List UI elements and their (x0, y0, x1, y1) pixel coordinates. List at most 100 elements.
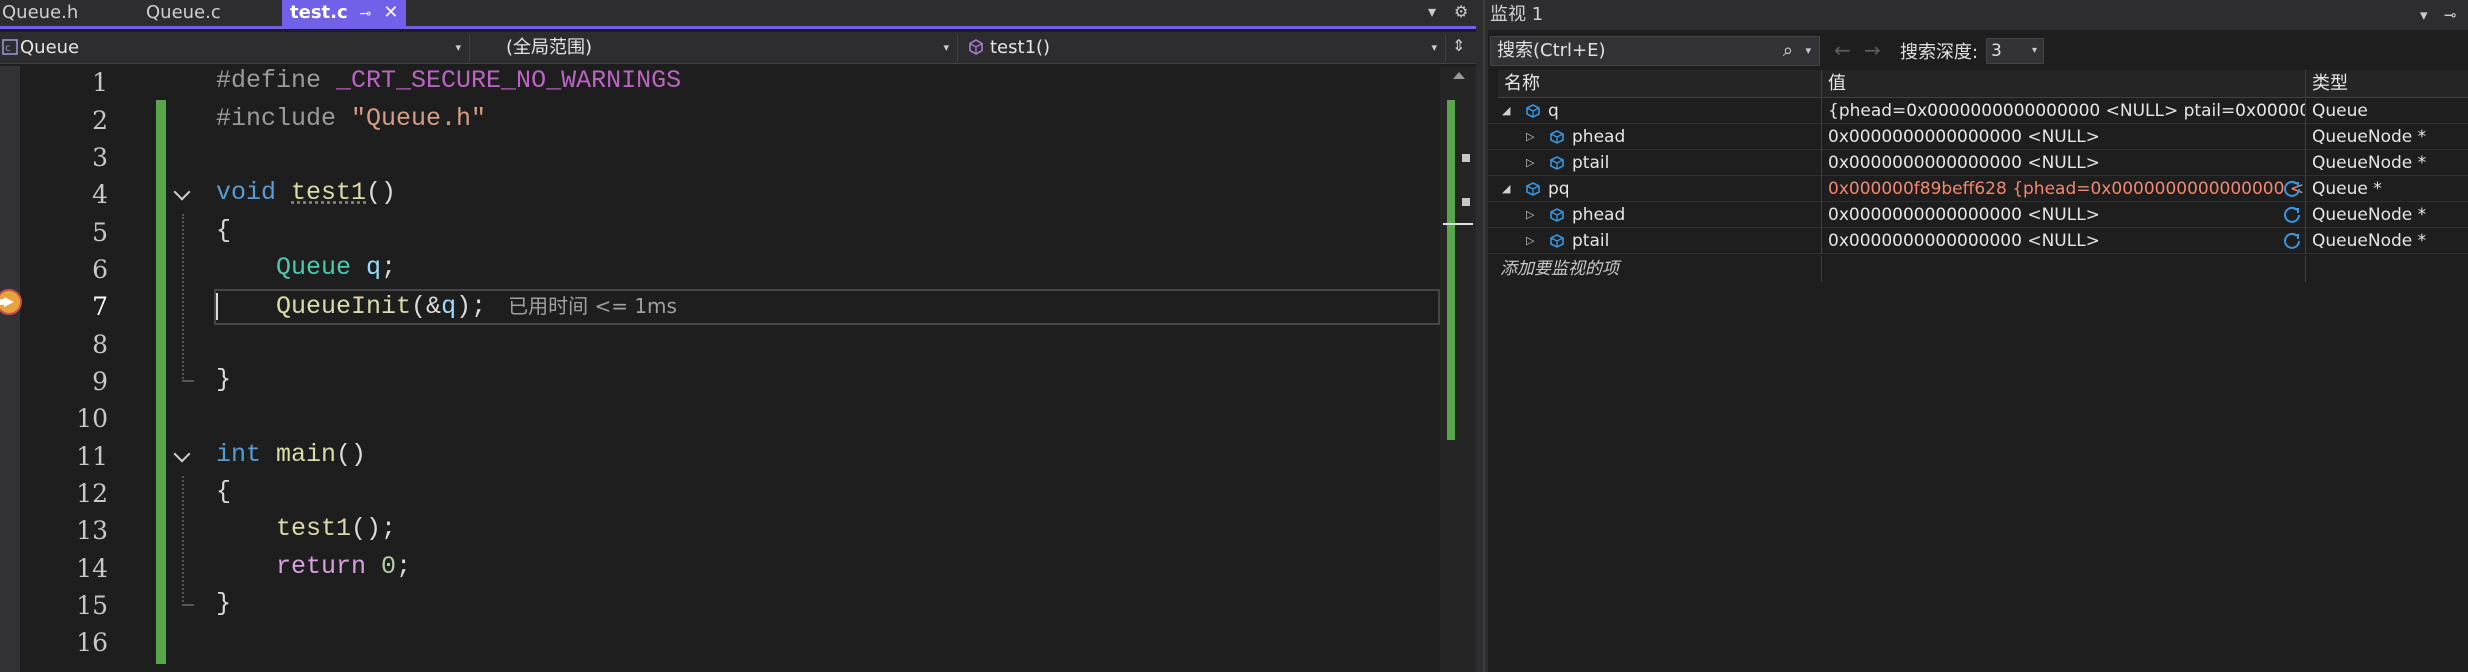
back-arrow-icon[interactable]: ← (1834, 38, 1851, 62)
scope-dropdown[interactable]: (全局范围) ▾ (476, 34, 958, 62)
object-icon (1526, 182, 1540, 196)
keyword: return (276, 552, 367, 581)
chevron-down-icon[interactable]: ▾ (1805, 37, 1811, 65)
watch-type-cell: QueueNode * (2312, 205, 2427, 225)
watch-title: 监视 1 (1490, 4, 1544, 25)
object-icon (1550, 234, 1564, 248)
line-number: 8 (92, 330, 108, 359)
watch-value-cell[interactable]: 0x0000000000000000 <NULL> (1822, 202, 2306, 228)
vertical-scrollbar[interactable] (1440, 66, 1476, 672)
watch-name-cell[interactable]: pq (1548, 176, 1822, 202)
add-watch-item[interactable]: 添加要监视的项 (1500, 256, 1822, 282)
search-depth-dropdown[interactable]: 3 ▾ (1986, 38, 2044, 64)
search-input[interactable]: 搜索(Ctrl+E) ⌕ ▾ (1490, 36, 1820, 66)
tab-test-c[interactable]: test.c ⊸ ✕ (282, 0, 406, 26)
close-icon[interactable]: ✕ (383, 2, 398, 23)
expand-arrow-icon[interactable]: ▷ (1526, 228, 1534, 254)
gear-icon[interactable]: ⚙ (1454, 2, 1468, 21)
expand-arrow-icon[interactable]: ▷ (1526, 124, 1534, 150)
number-literal: 0 (381, 552, 397, 581)
code-line[interactable]: { (216, 477, 231, 506)
preprocessor-directive: #include (216, 104, 352, 133)
code-line[interactable]: Queue q; (216, 253, 396, 282)
panel-splitter[interactable] (1476, 0, 1488, 672)
tab-queue-c[interactable]: Queue.c (138, 0, 229, 26)
watch-row[interactable]: ▷ phead 0x0000000000000000 <NULL> QueueNode… (1488, 202, 2468, 228)
watch-value-cell[interactable]: {phead=0x0000000000000000 <NULL> ptail=0… (1822, 98, 2306, 124)
watch-name-cell[interactable]: q (1548, 98, 1822, 124)
column-header-name[interactable]: 名称 (1498, 70, 1822, 98)
line-number: 13 (76, 516, 108, 545)
breakpoint-margin[interactable] (0, 66, 20, 672)
watch-value-cell[interactable]: 0x0000000000000000 <NULL> (1822, 124, 2306, 150)
split-editor-icon[interactable]: ⇕ (1452, 36, 1465, 55)
watch-value-cell[interactable]: 0x0000000000000000 <NULL> (1822, 150, 2306, 176)
project-dropdown[interactable]: c Queue ▾ (0, 34, 470, 62)
watch-name-cell[interactable]: ptail (1572, 150, 1822, 176)
refresh-icon[interactable] (2282, 205, 2302, 225)
pin-icon[interactable]: ⊸ (360, 6, 372, 22)
search-placeholder: 搜索(Ctrl+E) (1497, 40, 1606, 61)
brace: } (216, 589, 232, 618)
variable-name: q (441, 292, 457, 321)
block-end-guide (182, 380, 194, 382)
macro-name: _CRT_SECURE_NO_WARNINGS (336, 66, 682, 95)
watch-row[interactable]: ▷ phead 0x0000000000000000 <NULL> QueueNode… (1488, 124, 2468, 150)
watch-name-cell[interactable]: phead (1572, 124, 1822, 150)
column-header-value[interactable]: 值 (1822, 70, 2306, 98)
svg-text:c: c (5, 43, 11, 54)
punctuation: (); (351, 514, 397, 543)
code-line[interactable]: } (216, 365, 231, 394)
code-line[interactable]: test1(); (216, 514, 396, 543)
fold-toggle-icon[interactable] (172, 446, 194, 468)
member-dropdown[interactable]: test1() ▾ (964, 34, 1446, 62)
brace: } (216, 365, 232, 394)
fold-toggle-icon[interactable] (172, 184, 194, 206)
collapse-arrow-icon[interactable]: ◢ (1502, 176, 1510, 202)
tab-queue-h[interactable]: Queue.h (0, 0, 86, 26)
object-icon (1526, 104, 1540, 118)
watch-row[interactable]: ▷ ptail 0x0000000000000000 <NULL> QueueNode… (1488, 228, 2468, 254)
expand-arrow-icon[interactable]: ▷ (1526, 202, 1534, 228)
code-line[interactable]: int main() (216, 440, 366, 469)
tab-overflow-icon[interactable]: ▾ (1428, 2, 1436, 21)
refresh-icon[interactable] (2282, 231, 2302, 251)
collapse-arrow-icon[interactable]: ◢ (1502, 98, 1510, 124)
watch-row[interactable]: ◢ q {phead=0x0000000000000000 <NULL> ptail… (1488, 98, 2468, 124)
indent-guide (182, 214, 184, 382)
scroll-up-arrow-icon[interactable] (1453, 72, 1465, 79)
search-icon[interactable]: ⌕ (1783, 37, 1793, 65)
panel-menu-icon[interactable]: ▾ (2420, 0, 2428, 30)
object-icon (1550, 156, 1564, 170)
empty-value-cell (1822, 256, 2306, 282)
code-line[interactable]: #define _CRT_SECURE_NO_WARNINGS (216, 66, 681, 95)
watch-name-cell[interactable]: phead (1572, 202, 1822, 228)
add-watch-row[interactable]: 添加要监视的项 (1488, 256, 2468, 282)
c-file-icon: c (2, 39, 18, 55)
scrollbar-marker (1462, 198, 1470, 206)
expand-arrow-icon[interactable]: ▷ (1526, 150, 1534, 176)
column-header-type[interactable]: 类型 (2306, 70, 2468, 98)
code-line[interactable]: { (216, 216, 231, 245)
watch-row[interactable]: ◢ pq 0x000000f89beff628 {phead=0x000000000… (1488, 176, 2468, 202)
watch-value-cell[interactable]: 0x000000f89beff628 {phead=0x000000000000… (1822, 176, 2306, 202)
punctuation: ; (396, 552, 412, 581)
watch-value-cell[interactable]: 0x0000000000000000 <NULL> (1822, 228, 2306, 254)
scrollbar-change-marker (1447, 100, 1455, 440)
watch-row[interactable]: ▷ ptail 0x0000000000000000 <NULL> QueueNode… (1488, 150, 2468, 176)
code-line[interactable]: #include "Queue.h" (216, 104, 486, 133)
code-line[interactable]: void test1() (216, 178, 396, 207)
watch-name-cell[interactable]: ptail (1572, 228, 1822, 254)
code-line[interactable]: } (216, 589, 231, 618)
object-icon (1550, 130, 1564, 144)
search-depth-value: 3 (1991, 41, 2002, 61)
forward-arrow-icon[interactable]: → (1864, 38, 1881, 62)
line-number: 9 (92, 367, 108, 396)
line-number: 16 (76, 628, 108, 657)
code-line-current[interactable]: QueueInit(&q); 已用时间 <= 1ms (216, 290, 677, 321)
tab-label: Queue.c (146, 2, 221, 23)
pin-icon[interactable]: ⊸ (2444, 0, 2457, 30)
chevron-down-icon: ▾ (943, 41, 949, 54)
refresh-icon[interactable] (2282, 179, 2302, 199)
code-line[interactable]: return 0; (216, 552, 411, 581)
